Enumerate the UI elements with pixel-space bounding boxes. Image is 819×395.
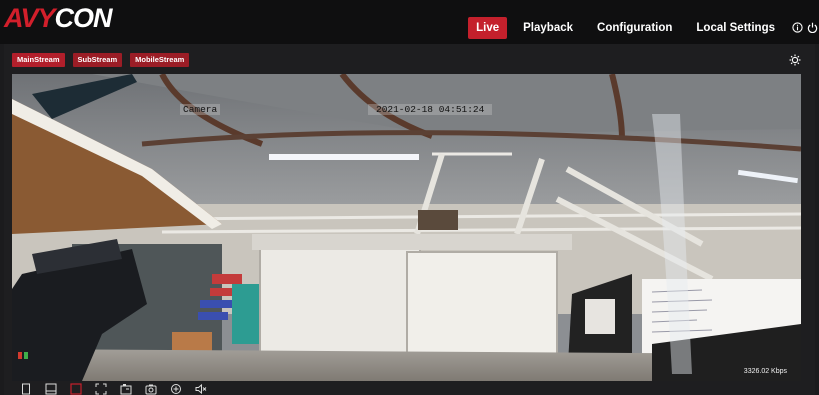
camera-icon[interactable]: [145, 383, 157, 395]
audio-icon[interactable]: [195, 383, 207, 395]
top-bar: AVYCON Live Playback Configuration Local…: [0, 0, 819, 44]
nav-playback[interactable]: Playback: [515, 17, 581, 39]
live-toolbar: [20, 383, 220, 395]
single-view-icon[interactable]: [20, 383, 32, 395]
recording-indicator: [18, 352, 28, 359]
camera-video-feed[interactable]: Camera 2021-02-18 04:51:24 3326.02 Kbps: [12, 74, 801, 381]
live-view-panel: MainStream SubStream MobileStream Camera…: [4, 44, 815, 395]
power-icon[interactable]: [807, 22, 818, 33]
mobile-stream-tab[interactable]: MobileStream: [130, 53, 190, 67]
fullscreen-icon[interactable]: [95, 383, 107, 395]
main-stream-tab[interactable]: MainStream: [12, 53, 65, 67]
osd-timestamp: 2021-02-18 04:51:24: [368, 104, 493, 115]
logo-text-b: CON: [54, 3, 113, 33]
zoom-icon[interactable]: [170, 383, 182, 395]
record-icon[interactable]: [70, 383, 82, 395]
sub-stream-tab[interactable]: SubStream: [72, 53, 123, 67]
info-icon[interactable]: [792, 22, 803, 33]
nav-live[interactable]: Live: [468, 17, 508, 39]
avycon-logo: AVYCON: [4, 3, 113, 33]
main-nav: Live Playback Configuration Local Settin…: [460, 17, 783, 39]
osd-camera-name: Camera: [180, 104, 221, 115]
snapshot-icon[interactable]: [120, 383, 132, 395]
nav-configuration[interactable]: Configuration: [589, 17, 680, 39]
brightness-icon[interactable]: [789, 54, 801, 66]
bitrate-readout: 3326.02 Kbps: [743, 368, 787, 375]
video-scene: [12, 74, 801, 381]
nav-local-settings[interactable]: Local Settings: [688, 17, 783, 39]
quad-view-icon[interactable]: [45, 383, 57, 395]
stream-tabs: MainStream SubStream MobileStream: [12, 53, 190, 67]
logo-text-a: AVY: [4, 3, 56, 33]
